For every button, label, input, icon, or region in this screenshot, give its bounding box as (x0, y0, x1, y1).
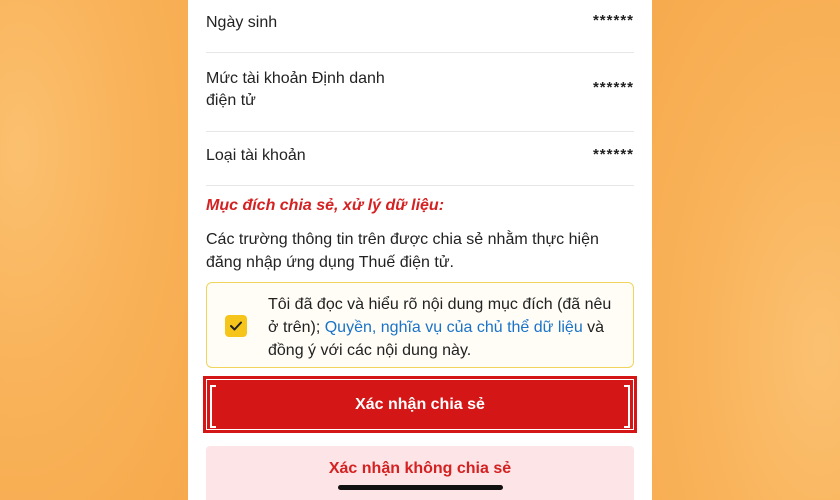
confirm-share-button[interactable]: Xác nhận chia sẻ (203, 376, 637, 433)
info-row-label: Ngày sinh (206, 14, 278, 31)
background-right (650, 0, 840, 500)
consent-checkbox[interactable] (225, 315, 247, 337)
home-indicator (338, 485, 503, 490)
checkmark-icon (230, 321, 242, 331)
info-row-value: ****** (592, 79, 634, 96)
data-subject-rights-link[interactable]: Quyền, nghĩa vụ của chủ thể dữ liệu (325, 319, 583, 336)
info-row-value: ****** (592, 12, 634, 29)
consent-text: Tôi đã đọc và hiểu rõ nội dung mục đích … (268, 293, 618, 362)
background-left (0, 0, 190, 500)
highlight-bracket-right (624, 385, 630, 428)
purpose-title: Mục đích chia sẻ, xử lý dữ liệu: (206, 197, 445, 214)
consent-box: Tôi đã đọc và hiểu rõ nội dung mục đích … (206, 282, 634, 368)
purpose-text: Các trường thông tin trên được chia sẻ n… (206, 231, 599, 271)
highlight-bracket-left (210, 385, 216, 428)
info-row-label: Loại tài khoản (206, 147, 306, 164)
confirm-share-label: Xác nhận chia sẻ (355, 395, 485, 413)
deny-share-button[interactable]: Xác nhận không chia sẻ (206, 446, 634, 500)
info-row-birthdate: Ngày sinh ****** (206, 0, 634, 53)
info-row-account-level: Mức tài khoản Định danh điện tử ****** (206, 52, 634, 132)
info-row-account-type: Loại tài khoản ****** (206, 131, 634, 186)
info-row-value: ****** (592, 146, 634, 163)
info-row-label: Mức tài khoản Định danh điện tử (206, 70, 385, 109)
